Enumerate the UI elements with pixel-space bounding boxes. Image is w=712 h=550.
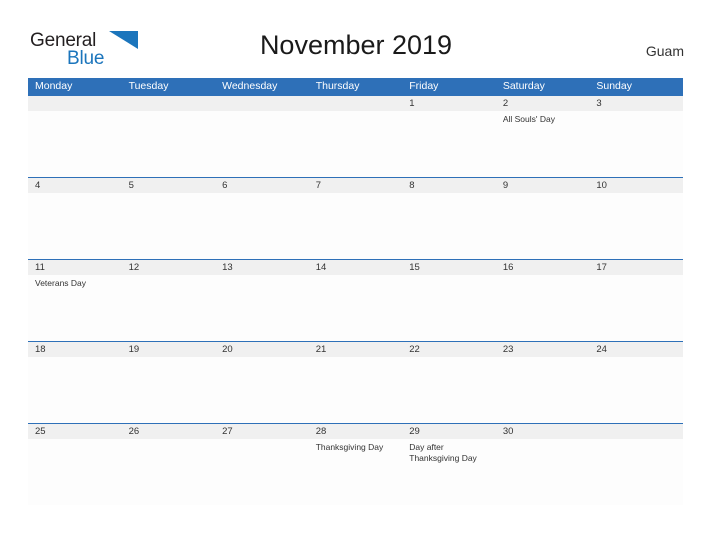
week-date-strip: 1 2 3: [28, 95, 683, 111]
day-number[interactable]: 10: [589, 178, 683, 193]
day-number[interactable]: 25: [28, 424, 122, 439]
day-event[interactable]: [28, 193, 122, 259]
weekday-tuesday: Tuesday: [128, 80, 169, 92]
day-event[interactable]: [309, 111, 403, 177]
day-number[interactable]: 6: [215, 178, 309, 193]
day-event[interactable]: [122, 193, 216, 259]
day-event[interactable]: Veterans Day: [28, 275, 122, 341]
calendar-week-row: 4 5 6 7 8 9 10: [28, 177, 683, 259]
day-number[interactable]: 15: [402, 260, 496, 275]
day-number[interactable]: 7: [309, 178, 403, 193]
day-number[interactable]: 2: [496, 96, 590, 111]
day-event[interactable]: [589, 275, 683, 341]
day-event[interactable]: [122, 439, 216, 505]
day-number[interactable]: 29: [402, 424, 496, 439]
week-event-strip: Thanksgiving Day Day after Thanksgiving …: [28, 439, 683, 505]
day-number[interactable]: 18: [28, 342, 122, 357]
day-event[interactable]: [28, 111, 122, 177]
day-number[interactable]: 4: [28, 178, 122, 193]
day-number[interactable]: 28: [309, 424, 403, 439]
page-title: November 2019: [259, 30, 453, 60]
day-event[interactable]: [589, 111, 683, 177]
week-date-strip: 4 5 6 7 8 9 10: [28, 177, 683, 193]
day-number[interactable]: 1: [402, 96, 496, 111]
day-event[interactable]: [28, 439, 122, 505]
day-number[interactable]: [309, 96, 403, 111]
calendar-week-row: 18 19 20 21 22 23 24: [28, 341, 683, 423]
day-number[interactable]: 19: [122, 342, 216, 357]
day-number[interactable]: [215, 96, 309, 111]
day-event[interactable]: [496, 193, 590, 259]
day-number[interactable]: [28, 96, 122, 111]
day-number[interactable]: 9: [496, 178, 590, 193]
day-number[interactable]: 14: [309, 260, 403, 275]
week-event-strip: [28, 357, 683, 423]
day-event[interactable]: [402, 111, 496, 177]
day-number[interactable]: 26: [122, 424, 216, 439]
day-number[interactable]: 12: [122, 260, 216, 275]
day-event[interactable]: [215, 357, 309, 423]
day-event[interactable]: [215, 111, 309, 177]
day-event[interactable]: [309, 357, 403, 423]
day-event[interactable]: [215, 275, 309, 341]
day-event[interactable]: Thanksgiving Day: [309, 439, 403, 505]
week-date-strip: 25 26 27 28 29 30: [28, 423, 683, 439]
day-number[interactable]: 30: [496, 424, 590, 439]
day-number[interactable]: [589, 424, 683, 439]
week-event-strip: [28, 193, 683, 259]
day-number[interactable]: 27: [215, 424, 309, 439]
day-event[interactable]: [309, 193, 403, 259]
day-number[interactable]: 24: [589, 342, 683, 357]
week-date-strip: 11 12 13 14 15 16 17: [28, 259, 683, 275]
day-event[interactable]: [309, 275, 403, 341]
weekday-monday: Monday: [35, 80, 73, 92]
page-header: General Blue November 2019 Guam: [0, 0, 712, 76]
day-event[interactable]: [215, 193, 309, 259]
calendar-week-row: 11 12 13 14 15 16 17 Veterans Day: [28, 259, 683, 341]
day-event[interactable]: [496, 439, 590, 505]
weekday-friday: Friday: [409, 80, 439, 92]
location-label: Guam: [645, 43, 684, 59]
day-number[interactable]: 17: [589, 260, 683, 275]
day-number[interactable]: 13: [215, 260, 309, 275]
week-event-strip: All Souls' Day: [28, 111, 683, 177]
day-event[interactable]: [589, 357, 683, 423]
day-event[interactable]: [122, 111, 216, 177]
week-event-strip: Veterans Day: [28, 275, 683, 341]
weekday-sunday: Sunday: [596, 80, 632, 92]
day-event[interactable]: Day after Thanksgiving Day: [402, 439, 496, 505]
day-event[interactable]: [589, 439, 683, 505]
weekday-header-row: Monday Tuesday Wednesday Thursday Friday…: [28, 78, 683, 95]
day-event[interactable]: [496, 275, 590, 341]
day-event[interactable]: [402, 357, 496, 423]
day-event[interactable]: All Souls' Day: [496, 111, 590, 177]
week-date-strip: 18 19 20 21 22 23 24: [28, 341, 683, 357]
day-number[interactable]: 16: [496, 260, 590, 275]
weekday-wednesday: Wednesday: [222, 80, 278, 92]
day-number[interactable]: [122, 96, 216, 111]
day-event[interactable]: [215, 439, 309, 505]
day-number[interactable]: 20: [215, 342, 309, 357]
day-event[interactable]: [122, 357, 216, 423]
day-event[interactable]: [589, 193, 683, 259]
calendar-week-row: 1 2 3 All Souls' Day: [28, 95, 683, 177]
day-event[interactable]: [496, 357, 590, 423]
calendar-week-row: 25 26 27 28 29 30 Thanksgiving Day Day a…: [28, 423, 683, 505]
day-number[interactable]: 23: [496, 342, 590, 357]
day-event[interactable]: [402, 275, 496, 341]
day-event[interactable]: [122, 275, 216, 341]
weekday-saturday: Saturday: [502, 80, 545, 92]
day-number[interactable]: 3: [589, 96, 683, 111]
day-number[interactable]: 21: [309, 342, 403, 357]
day-number[interactable]: 22: [402, 342, 496, 357]
day-number[interactable]: 8: [402, 178, 496, 193]
day-number[interactable]: 11: [28, 260, 122, 275]
weekday-thursday: Thursday: [315, 80, 360, 92]
day-event[interactable]: [28, 357, 122, 423]
day-number[interactable]: 5: [122, 178, 216, 193]
day-event[interactable]: [402, 193, 496, 259]
calendar-grid: Monday Tuesday Wednesday Thursday Friday…: [28, 78, 683, 505]
